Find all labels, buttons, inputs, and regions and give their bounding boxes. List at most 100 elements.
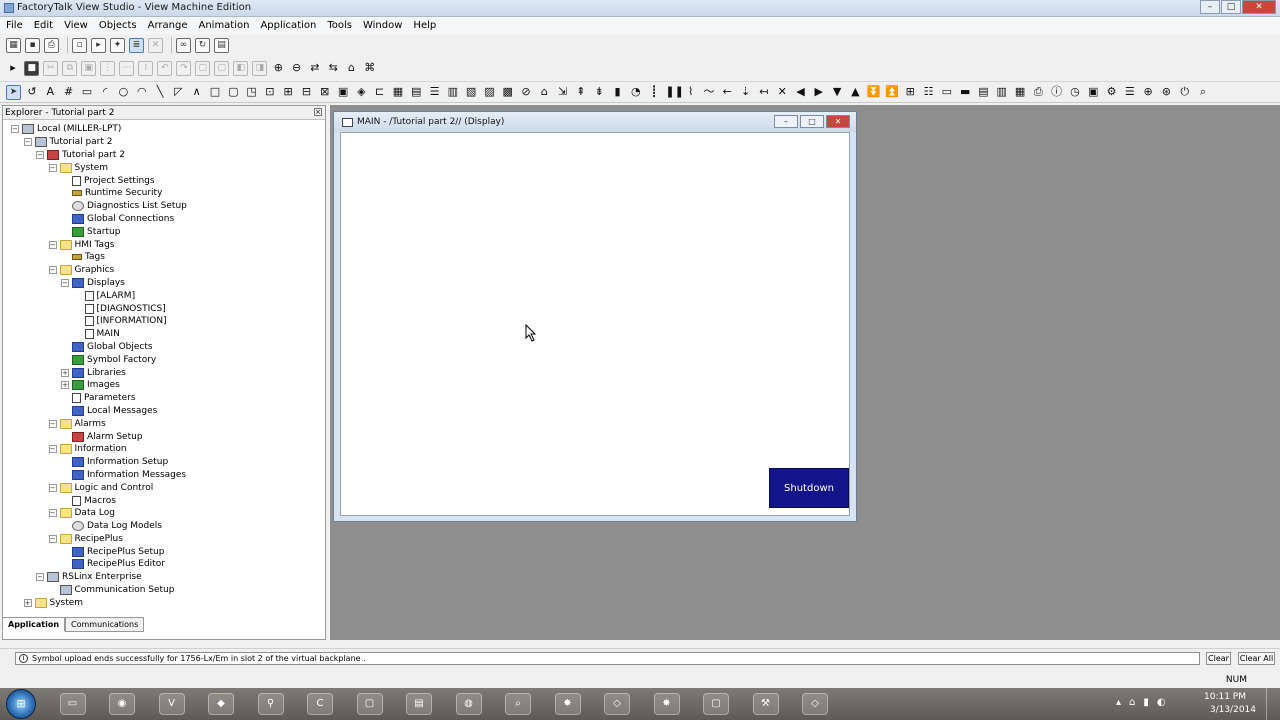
- expand-icon[interactable]: +: [61, 381, 69, 390]
- backspace-icon[interactable]: ⊘: [519, 85, 533, 99]
- move-up-icon[interactable]: ▼: [830, 85, 844, 99]
- page-up-arrow-icon[interactable]: ⏫: [885, 85, 899, 99]
- eclipse-icon[interactable]: ◍: [455, 693, 482, 715]
- display-maximize-button[interactable]: □: [800, 115, 824, 128]
- maintained-button-icon[interactable]: ⊞: [281, 85, 295, 99]
- back-icon[interactable]: ◨: [252, 60, 268, 76]
- ack-icon[interactable]: ▦: [1013, 85, 1027, 99]
- rotate-icon[interactable]: ⇆: [326, 61, 340, 75]
- rotate-tool-icon[interactable]: ↺: [25, 85, 39, 99]
- vee-icon[interactable]: V: [158, 693, 185, 715]
- refresh-icon[interactable]: ↻: [195, 37, 210, 53]
- menu-view[interactable]: View: [64, 20, 88, 31]
- time-icon[interactable]: ◷: [1068, 85, 1082, 99]
- rounded-rect-tool-icon[interactable]: ▢: [226, 85, 240, 99]
- collapse-icon[interactable]: −: [48, 240, 57, 249]
- tree-item[interactable]: + System: [3, 596, 325, 609]
- menu-file[interactable]: File: [6, 20, 23, 31]
- alarm-banner-icon[interactable]: ▬: [958, 85, 972, 99]
- interlocked-button-icon[interactable]: ▣: [336, 85, 350, 99]
- tree-item[interactable]: − System: [3, 161, 325, 174]
- momentary-button-icon[interactable]: ⊡: [263, 85, 277, 99]
- undo-icon[interactable]: ↶: [157, 60, 173, 76]
- play-icon[interactable]: ▸: [6, 61, 20, 75]
- tree-item[interactable]: Startup: [3, 225, 325, 238]
- alarm-status-icon[interactable]: ▥: [995, 85, 1009, 99]
- list-indicator-icon[interactable]: ⊞: [903, 85, 917, 99]
- emulate-icon[interactable]: ▤: [406, 693, 432, 715]
- left-arrow-icon[interactable]: ←: [720, 85, 734, 99]
- zoom-out-icon[interactable]: ⊖: [290, 61, 304, 75]
- binoculars-icon[interactable]: ∞: [176, 37, 191, 53]
- scale-icon[interactable]: ┋: [647, 85, 661, 99]
- space-icon[interactable]: ⁞: [138, 60, 154, 76]
- explorer-close-icon[interactable]: ×: [314, 108, 322, 116]
- tree-item[interactable]: Runtime Security: [3, 187, 325, 200]
- collapse-icon[interactable]: −: [48, 534, 57, 543]
- pause-icon[interactable]: ❚❚: [665, 85, 683, 99]
- ramp-button-icon[interactable]: ◈: [354, 85, 368, 99]
- tree-item[interactable]: Global Connections: [3, 213, 325, 226]
- delete-icon[interactable]: ✕: [148, 37, 163, 53]
- display-title-bar[interactable]: MAIN - /Tutorial part 2// (Display) – □ …: [334, 112, 856, 132]
- app-icon[interactable]: ◆: [208, 693, 234, 715]
- tree-item[interactable]: − Tutorial part 2: [3, 149, 325, 162]
- explorer-toggle-icon[interactable]: ≣: [129, 37, 144, 53]
- open-icon[interactable]: ▸: [91, 37, 106, 53]
- tree-item[interactable]: + Libraries: [3, 366, 325, 379]
- logix-icon[interactable]: ⚲: [257, 693, 284, 715]
- front-icon[interactable]: ◧: [233, 60, 249, 76]
- select-icon[interactable]: ➤: [6, 84, 21, 100]
- tree-item[interactable]: − Local (MILLER-LPT): [3, 123, 325, 136]
- chrome-icon[interactable]: ◉: [109, 693, 135, 715]
- move-down-icon[interactable]: ▲: [848, 85, 862, 99]
- page-down-icon[interactable]: ⇟: [592, 85, 606, 99]
- wand-icon[interactable]: ✦: [110, 37, 125, 53]
- menu-application[interactable]: Application: [260, 20, 316, 31]
- flip-icon[interactable]: ⇄: [308, 61, 322, 75]
- print-icon[interactable]: ⎙: [44, 37, 59, 53]
- shutdown-button[interactable]: Shutdown: [769, 468, 849, 508]
- close-button[interactable]: ✕: [1242, 0, 1276, 14]
- tree-item[interactable]: − RecipePlus: [3, 533, 325, 546]
- arc-tool-icon[interactable]: ◜: [98, 85, 112, 99]
- tree-item[interactable]: − RSLinx Enterprise: [3, 571, 325, 584]
- cut-icon[interactable]: ✂: [43, 60, 59, 76]
- box2-icon[interactable]: ◇: [802, 693, 828, 715]
- close-display-icon[interactable]: ▤: [409, 85, 423, 99]
- tree-item[interactable]: Macros: [3, 494, 325, 507]
- language-icon[interactable]: ⊛: [1159, 85, 1173, 99]
- collapse-icon[interactable]: −: [48, 266, 57, 275]
- menu-arrange[interactable]: Arrange: [148, 20, 188, 31]
- ftview-icon[interactable]: ▢: [356, 693, 383, 715]
- display-minimize-button[interactable]: –: [774, 115, 798, 128]
- tag-browser-icon[interactable]: ⌘: [363, 61, 377, 75]
- menu-tools[interactable]: Tools: [327, 20, 352, 31]
- multistate-indicator-icon[interactable]: ☷: [922, 85, 936, 99]
- tree-item[interactable]: Information Messages: [3, 469, 325, 482]
- tree-item[interactable]: − Data Log: [3, 507, 325, 520]
- save-icon[interactable]: ▪: [25, 37, 40, 53]
- explorer-icon[interactable]: ▭: [59, 693, 86, 715]
- tree-item[interactable]: Alarm Setup: [3, 430, 325, 443]
- start-button[interactable]: ⊞: [6, 689, 36, 719]
- clock-date[interactable]: 3/13/2014: [1210, 705, 1256, 715]
- tree-item[interactable]: Global Objects: [3, 341, 325, 354]
- tree-item[interactable]: [INFORMATION]: [3, 315, 325, 328]
- menu-help[interactable]: Help: [413, 20, 436, 31]
- collapse-icon[interactable]: −: [48, 445, 57, 454]
- expand-icon[interactable]: +: [61, 368, 69, 377]
- tree-item[interactable]: Project Settings: [3, 174, 325, 187]
- tools-icon[interactable]: ⚒: [752, 693, 779, 715]
- tree-item[interactable]: − Tutorial part 2: [3, 136, 325, 149]
- tree-item[interactable]: MAIN: [3, 328, 325, 341]
- info-message-icon[interactable]: ⓘ: [1050, 85, 1064, 99]
- alarm-list-icon[interactable]: ▤: [976, 85, 990, 99]
- align-icon[interactable]: ⋮: [100, 60, 116, 76]
- wedge-tool-icon[interactable]: ◠: [135, 85, 149, 99]
- tree-item[interactable]: − Alarms: [3, 417, 325, 430]
- enter-icon[interactable]: ▩: [501, 85, 515, 99]
- search-icon[interactable]: ⌕: [505, 693, 531, 715]
- symbol-indicator-icon[interactable]: ▭: [940, 85, 954, 99]
- collapse-icon[interactable]: −: [36, 573, 44, 582]
